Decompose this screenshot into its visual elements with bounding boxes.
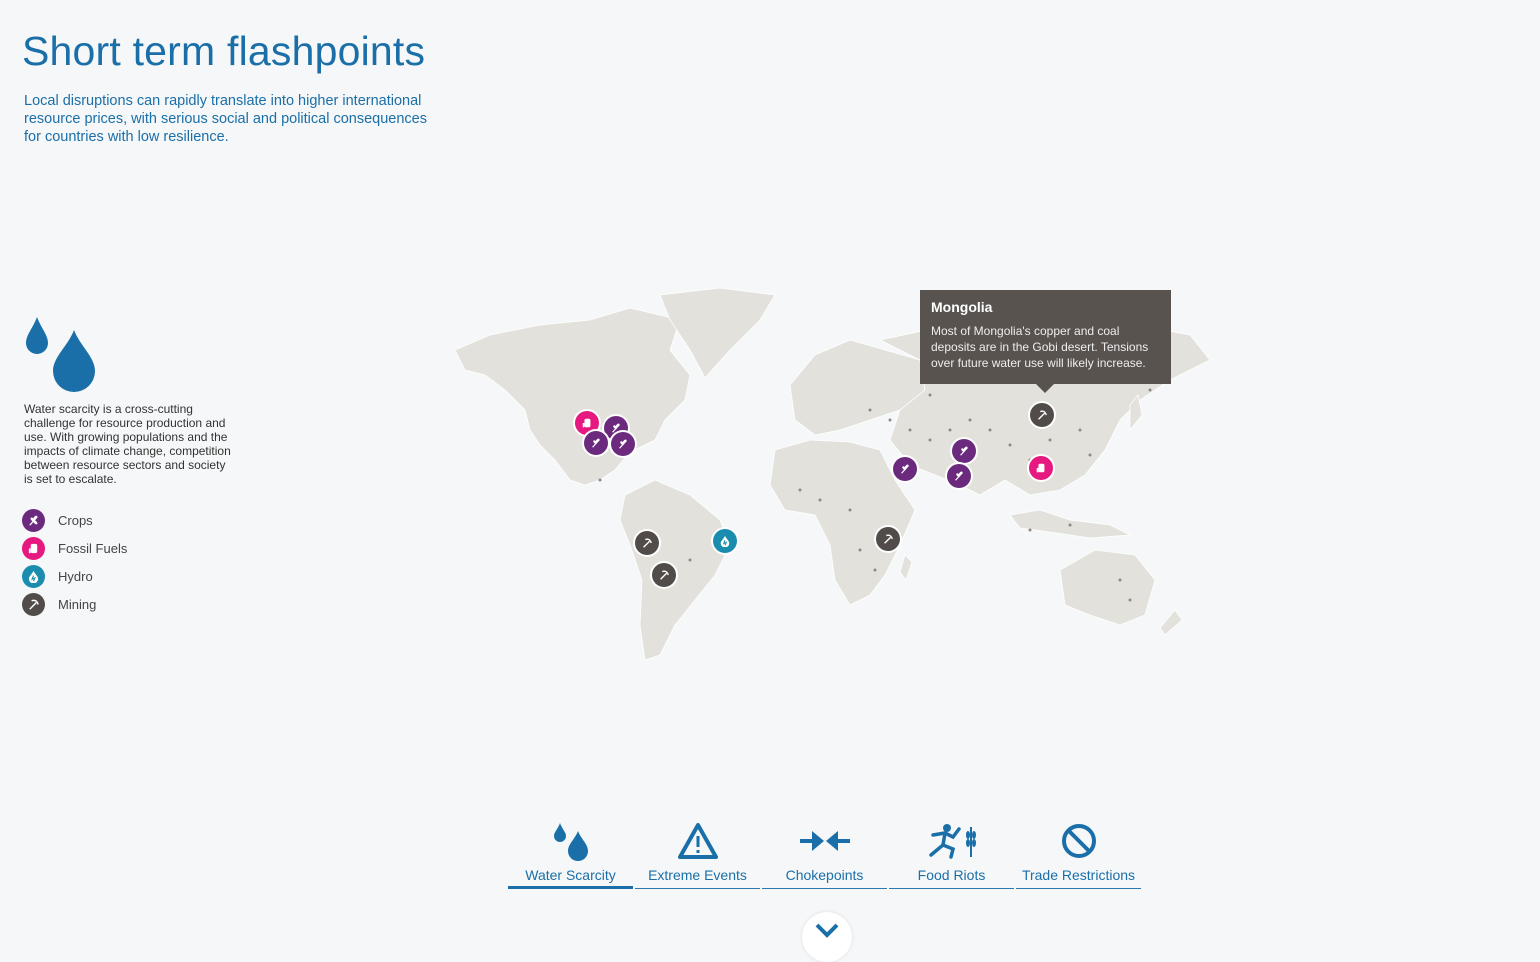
fossil-fuel-marker-china[interactable] (1029, 456, 1053, 480)
prohibited-icon (1061, 820, 1097, 862)
crops-marker-india[interactable] (947, 464, 971, 488)
tab-label: Food Riots (917, 867, 986, 883)
legend-item-fossil-fuels: Fossil Fuels (22, 534, 127, 562)
crops-marker-usa-east[interactable] (611, 432, 635, 456)
legend-item-hydro: Hydro (22, 562, 127, 590)
running-figure-icon (925, 820, 979, 862)
legend-item-crops: Crops (22, 506, 127, 534)
legend-label: Crops (58, 512, 93, 528)
legend: Crops Fossil Fuels Hydro Mining (22, 506, 127, 618)
tab-chokepoints[interactable]: Chokepoints (762, 820, 887, 889)
water-scarcity-description: Water scarcity is a cross-cutting challe… (24, 402, 231, 486)
scroll-down-button[interactable] (802, 912, 852, 962)
australia-landmass (1059, 549, 1156, 626)
legend-item-mining: Mining (22, 590, 127, 618)
north-america-landmass (454, 307, 691, 486)
wheat-icon (22, 508, 45, 532)
madagascar-landmass (899, 554, 913, 581)
water-drops-icon (26, 317, 95, 392)
pickaxe-icon (22, 592, 45, 616)
page-title: Short term flashpoints (22, 28, 426, 74)
chevron-down-icon (815, 923, 839, 938)
hydro-icon (22, 564, 45, 588)
mining-marker-mongolia[interactable] (1030, 403, 1054, 427)
water-drops-icon (552, 820, 590, 862)
legend-label: Fossil Fuels (58, 540, 128, 556)
new-zealand-landmass (1159, 609, 1183, 636)
legend-label: Mining (58, 596, 97, 612)
crops-marker-usa-central[interactable] (584, 431, 608, 455)
tab-water-scarcity[interactable]: Water Scarcity (508, 820, 633, 889)
crops-marker-pakistan[interactable] (952, 439, 976, 463)
tab-trade-restrictions[interactable]: Trade Restrictions (1016, 820, 1141, 889)
mongolia-tooltip: Mongolia Most of Mongolia's copper and c… (920, 290, 1171, 393)
mining-marker-east-africa[interactable] (876, 527, 900, 551)
mining-marker-chile[interactable] (652, 563, 676, 587)
legend-label: Hydro (58, 568, 93, 584)
tab-label: Trade Restrictions (1021, 867, 1136, 883)
crops-marker-middle-east[interactable] (893, 457, 917, 481)
flashpoint-tabs: Water Scarcity Extreme Events Chokepoint… (508, 820, 1143, 889)
tab-food-riots[interactable]: Food Riots (889, 820, 1014, 889)
tab-label: Chokepoints (785, 867, 864, 883)
tab-label: Water Scarcity (525, 867, 616, 883)
tab-label: Extreme Events (648, 867, 747, 883)
tab-extreme-events[interactable]: Extreme Events (635, 820, 760, 889)
hydro-marker-brazil[interactable] (713, 529, 737, 553)
tooltip-text: Most of Mongolia's copper and coal depos… (931, 324, 1149, 370)
oil-pump-icon (22, 536, 45, 560)
page-subtitle: Local disruptions can rapidly translate … (24, 93, 427, 145)
mining-marker-peru[interactable] (635, 531, 659, 555)
tooltip-title: Mongolia (931, 299, 993, 315)
converging-arrows-icon (798, 820, 852, 862)
warning-triangle-icon (677, 820, 718, 862)
